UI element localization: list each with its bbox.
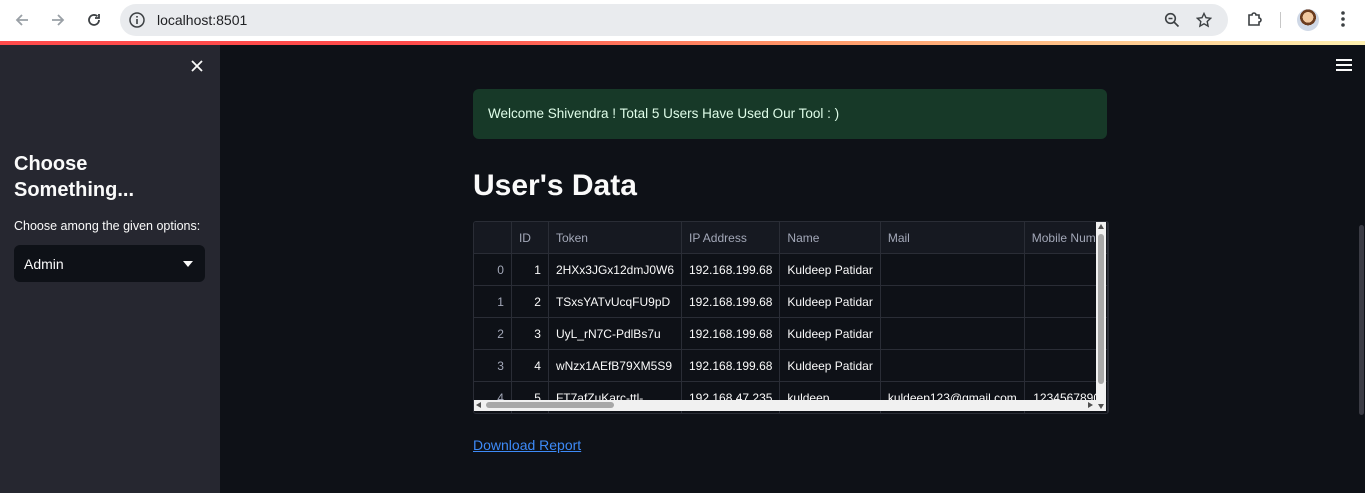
download-report-link[interactable]: Download Report [473,437,581,453]
sidebar-title: Choose Something... [14,153,134,201]
cell-mobile[interactable] [1024,253,1108,286]
column-header-token[interactable]: Token [548,222,683,254]
back-arrow-icon [15,14,28,26]
cell-token[interactable]: wNzx1AEfB79XM5S9 [548,349,683,382]
select-label: Choose among the given options: [14,219,201,233]
column-header-mail[interactable]: Mail [880,222,1025,254]
url-text[interactable]: localhost:8501 [157,12,247,28]
alert-text: Welcome Shivendra ! Total 5 Users Have U… [488,106,840,121]
main-content: Welcome Shivendra ! Total 5 Users Have U… [220,45,1365,493]
table-row: 1 2 TSxsYATvUcqFU9pD 192.168.199.68 Kuld… [474,285,1108,318]
page-scrollbar-thumb[interactable] [1359,225,1364,415]
close-sidebar-icon[interactable] [190,59,204,73]
row-index: 1 [474,285,512,318]
back-button[interactable] [10,8,34,32]
reload-button[interactable] [82,8,106,32]
profile-avatar[interactable] [1297,9,1319,31]
success-alert: Welcome Shivendra ! Total 5 Users Have U… [473,89,1107,139]
horizontal-scroll-thumb[interactable] [486,402,614,408]
sidebar: Choose Something... Choose among the giv… [0,45,220,493]
cell-id[interactable]: 1 [511,253,549,286]
table-row: 3 4 wNzx1AEfB79XM5S9 192.168.199.68 Kuld… [474,349,1108,382]
cell-token[interactable]: UyL_rN7C-PdlBs7u [548,317,683,350]
cell-name[interactable]: Kuldeep Patidar [779,317,881,350]
cell-ip-address[interactable]: 192.168.199.68 [681,253,781,286]
role-select[interactable]: Admin [14,245,205,282]
cell-name[interactable]: Kuldeep Patidar [779,349,881,382]
cell-mail[interactable] [880,285,1025,318]
forward-button[interactable] [46,8,70,32]
column-header-index [474,222,512,254]
extensions-puzzle-icon[interactable] [1245,9,1265,29]
forward-arrow-icon [52,14,65,26]
table-row: 2 3 UyL_rN7C-PdlBs7u 192.168.199.68 Kuld… [474,317,1108,350]
hamburger-menu-icon[interactable] [1336,58,1352,72]
scroll-up-arrow-icon[interactable] [1098,224,1104,229]
cell-mail[interactable] [880,253,1025,286]
select-value[interactable]: Admin [24,256,64,272]
column-header-mobile-number[interactable]: Mobile Numb [1024,222,1108,254]
address-bar[interactable]: localhost:8501 [120,4,1228,36]
row-index: 3 [474,349,512,382]
cell-id[interactable]: 4 [511,349,549,382]
zoom-icon[interactable] [1164,12,1180,28]
chevron-down-icon[interactable] [183,261,193,267]
table-header-row: ID Token IP Address Name Mail Mobile Num… [474,222,1108,254]
column-header-ip-address[interactable]: IP Address [681,222,781,254]
site-info-icon[interactable] [128,11,146,29]
bookmark-star-icon[interactable] [1196,12,1212,28]
cell-id[interactable]: 2 [511,285,549,318]
cell-mobile[interactable] [1024,317,1108,350]
row-index: 2 [474,317,512,350]
cell-mobile[interactable] [1024,349,1108,382]
browser-toolbar: localhost:8501 [0,0,1365,41]
table-horizontal-scrollbar[interactable] [474,400,1096,411]
users-table: ID Token IP Address Name Mail Mobile Num… [474,222,1108,413]
column-header-name[interactable]: Name [779,222,881,254]
cell-token[interactable]: 2HXx3JGx12dmJ0W6 [548,253,683,286]
cell-mail[interactable] [880,317,1025,350]
cell-id[interactable]: 3 [511,317,549,350]
cell-ip-address[interactable]: 192.168.199.68 [681,349,781,382]
cell-ip-address[interactable]: 192.168.199.68 [681,317,781,350]
cell-name[interactable]: Kuldeep Patidar [779,285,881,318]
kebab-menu-icon[interactable] [1336,9,1350,29]
cell-mail[interactable] [880,349,1025,382]
scroll-left-arrow-icon[interactable] [476,402,481,408]
reload-icon [88,14,100,26]
vertical-scroll-thumb[interactable] [1098,234,1104,384]
scroll-down-arrow-icon[interactable] [1098,404,1104,409]
row-index: 0 [474,253,512,286]
table-vertical-scrollbar[interactable] [1096,222,1106,411]
scroll-right-arrow-icon[interactable] [1088,402,1093,408]
cell-mobile[interactable] [1024,285,1108,318]
cell-token[interactable]: TSxsYATvUcqFU9pD [548,285,683,318]
cell-name[interactable]: Kuldeep Patidar [779,253,881,286]
table-row: 0 1 2HXx3JGx12dmJ0W6 192.168.199.68 Kuld… [474,253,1108,286]
users-dataframe[interactable]: ID Token IP Address Name Mail Mobile Num… [473,221,1109,414]
toolbar-divider [1280,12,1281,28]
column-header-id[interactable]: ID [511,222,549,254]
cell-ip-address[interactable]: 192.168.199.68 [681,285,781,318]
page-heading: User's Data [473,169,637,202]
